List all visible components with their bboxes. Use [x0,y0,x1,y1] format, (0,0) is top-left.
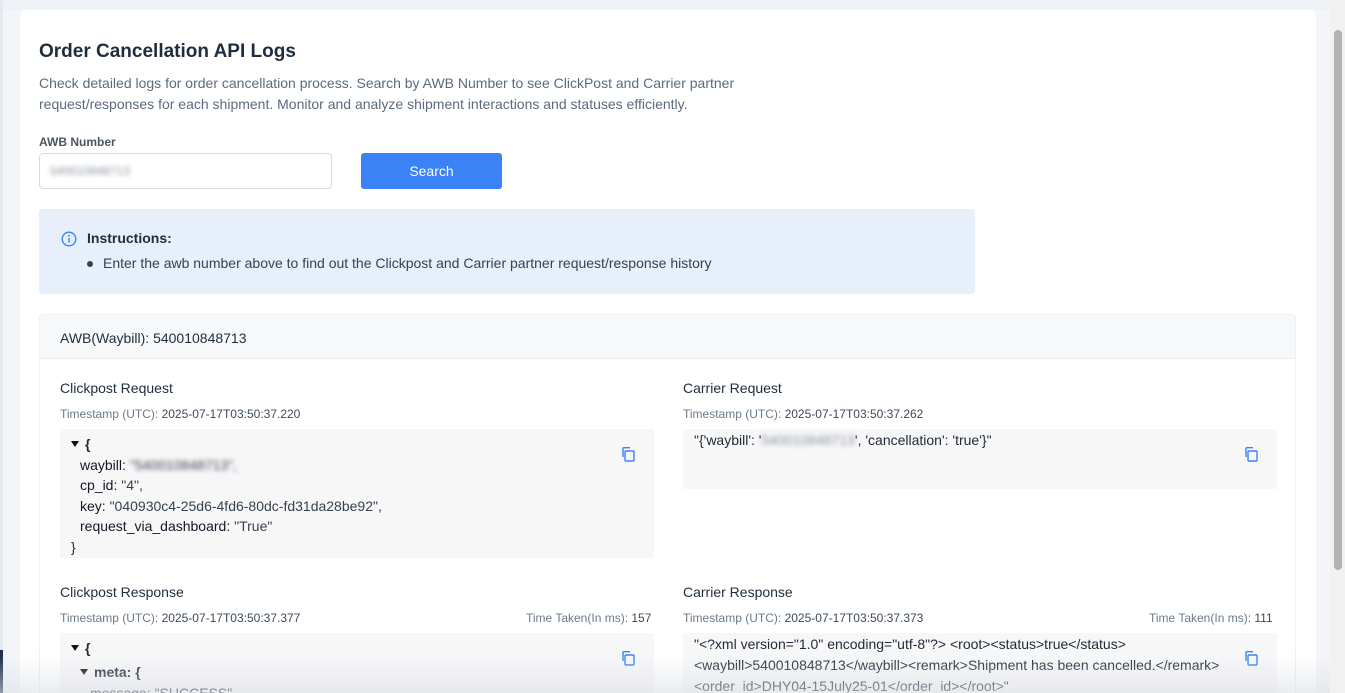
clickpost-request-json: { waybill: "540010848713", cp_id: "4", k… [60,429,654,558]
body-value: 540010848713 [761,432,855,448]
page-description: Check detailed logs for order cancellati… [39,75,735,112]
time-taken-label: Time Taken(In ms): [1149,611,1252,625]
left-edge [0,0,3,693]
carrier-response-title: Carrier Response [683,584,793,600]
page-title: Order Cancellation API Logs [39,41,296,62]
carrier-request-body: "{'waybill': '540010848713', 'cancellati… [683,429,1277,489]
bullet-dot [87,261,93,268]
info-icon [61,231,77,247]
timestamp-label: Timestamp (UTC): [60,407,159,421]
timestamp-value: 2025-07-17T03:50:37.220 [161,407,301,421]
carrier-response-line-2: <waybill>540010848713</waybill><remark>S… [694,657,1220,673]
clickpost-request-title: Clickpost Request [60,380,173,396]
field-value: "True" [234,518,273,534]
clickpost-response-timestamp: Timestamp (UTC): 2025-07-17T03:50:37.377 [60,611,300,625]
meta-key: meta: { [94,664,141,680]
open-brace: { [85,640,91,656]
carrier-response-body: "<?xml version="1.0" encoding="utf-8"?> … [683,633,1277,693]
clickpost-response-title: Clickpost Response [60,584,184,600]
time-taken-value: 157 [631,611,652,625]
carrier-response-line-1: "<?xml version="1.0" encoding="utf-8"?> … [694,636,1126,652]
awb-number-input[interactable]: 540010848713 [39,153,332,189]
close-brace: } [71,539,76,555]
carrier-response-line-3: <order_id>DHY04-15July25-01</order_id></… [694,678,1009,693]
field-value: "540010848713", [129,457,238,473]
main-card: Order Cancellation API Logs Check detail… [20,10,1316,693]
result-panel: AWB(Waybill): 540010848713 Clickpost Req… [39,314,1296,693]
field-key: key: [80,498,106,514]
instructions-item: Enter the awb number above to find out t… [87,255,712,271]
timestamp-label: Timestamp (UTC): [683,611,782,625]
timestamp-label: Timestamp (UTC): [683,407,782,421]
body-prefix: "{'waybill': ' [694,432,762,448]
carrier-request-text: "{'waybill': '540010848713', 'cancellati… [694,432,992,448]
carrier-request-timestamp: Timestamp (UTC): 2025-07-17T03:50:37.262 [683,407,923,421]
awb-number-label: AWB Number [39,135,116,149]
field-value: "040930c4-25d6-4fd6-80dc-fd31da28be92", [109,498,382,514]
field-value: "4", [121,477,143,493]
caret-down-icon [80,669,88,676]
carrier-response-timestamp: Timestamp (UTC): 2025-07-17T03:50:37.373 [683,611,923,625]
time-taken-value: 111 [1254,611,1273,625]
copy-icon[interactable] [620,650,636,666]
json-root-toggle[interactable]: { [71,640,90,656]
scrollbar-track[interactable] [1330,0,1345,693]
json-field-request-via-dashboard: request_via_dashboard: "True" [80,518,272,534]
timestamp-value: 2025-07-17T03:50:37.262 [784,407,924,421]
json-field-message: message: "SUCCESS", [90,685,237,693]
time-taken-label: Time Taken(In ms): [526,611,629,625]
top-strip [0,0,1330,10]
carrier-request-title: Carrier Request [683,380,782,396]
left-edge-dark [0,650,3,693]
copy-icon[interactable] [620,446,636,462]
search-button[interactable]: Search [361,153,502,189]
copy-icon[interactable] [1243,650,1259,666]
json-root-toggle[interactable]: { [71,436,90,452]
field-key: request_via_dashboard: [80,518,231,534]
json-field-key: key: "040930c4-25d6-4fd6-80dc-fd31da28be… [80,498,382,514]
timestamp-label: Timestamp (UTC): [60,611,159,625]
instructions-item-text: Enter the awb number above to find out t… [103,255,712,271]
clickpost-request-timestamp: Timestamp (UTC): 2025-07-17T03:50:37.220 [60,407,300,421]
body-suffix: ', 'cancellation': 'true'}" [854,432,992,448]
instructions-box: Instructions: Enter the awb number above… [39,209,975,294]
field-key: cp_id: [80,477,118,493]
timestamp-value: 2025-07-17T03:50:37.373 [784,611,924,625]
scrollbar-thumb[interactable] [1334,30,1342,570]
json-meta-toggle[interactable]: meta: { [80,664,141,680]
caret-down-icon [71,441,79,448]
json-field-waybill: waybill: "540010848713", [80,457,237,473]
result-header: AWB(Waybill): 540010848713 [40,315,1295,359]
carrier-response-time-taken: Time Taken(In ms): 111 [1149,611,1273,625]
instructions-title: Instructions: [87,230,172,246]
json-field-cp-id: cp_id: "4", [80,477,143,493]
clickpost-response-time-taken: Time Taken(In ms): 157 [526,611,651,625]
clickpost-response-json: { meta: { message: "SUCCESS", [60,633,654,693]
copy-icon[interactable] [1243,446,1259,462]
open-brace: { [85,436,91,452]
timestamp-value: 2025-07-17T03:50:37.377 [161,611,301,625]
caret-down-icon [71,645,79,652]
awb-number-value: 540010848713 [50,164,131,178]
field-key: waybill: [80,457,126,473]
